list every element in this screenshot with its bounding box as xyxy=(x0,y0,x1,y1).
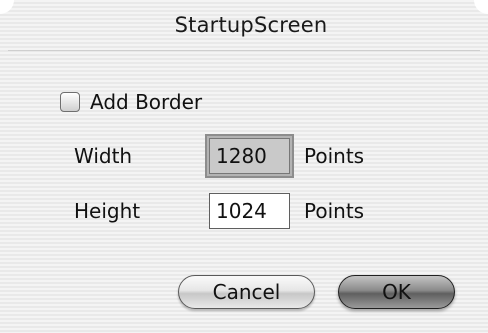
height-field[interactable] xyxy=(209,193,290,229)
add-border-checkbox[interactable] xyxy=(60,92,80,112)
width-field[interactable] xyxy=(209,138,290,174)
title-divider xyxy=(8,50,480,51)
width-unit-label: Points xyxy=(304,144,365,168)
ok-button[interactable]: OK xyxy=(338,275,455,309)
height-label: Height xyxy=(74,199,141,223)
window-title: StartupScreen xyxy=(174,13,328,37)
add-border-label[interactable]: Add Border xyxy=(90,90,202,114)
height-unit-label: Points xyxy=(304,199,365,223)
startup-screen-dialog: StartupScreen Add Border Width Points He… xyxy=(0,0,488,333)
title-bar[interactable]: StartupScreen xyxy=(0,0,488,50)
add-border-option[interactable]: Add Border xyxy=(60,89,202,115)
width-label: Width xyxy=(74,144,133,168)
cancel-button[interactable]: Cancel xyxy=(178,275,315,309)
